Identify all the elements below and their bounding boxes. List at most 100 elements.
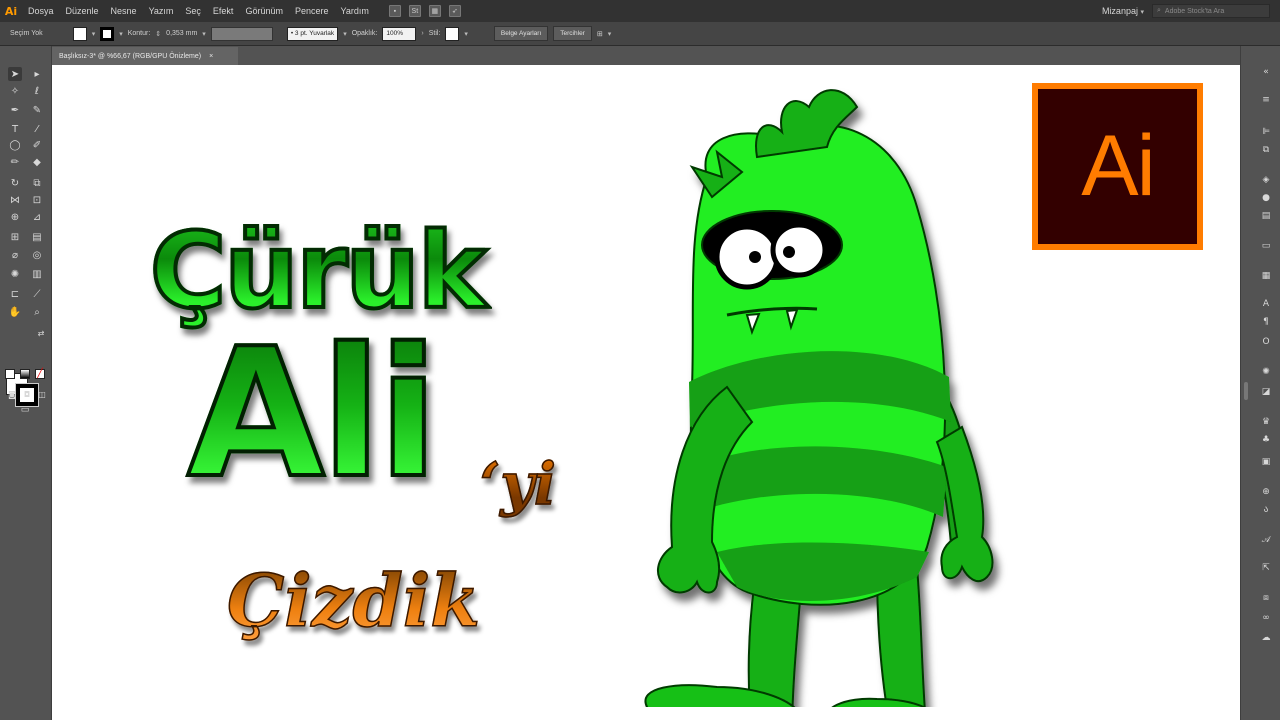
chevron-down-icon[interactable]: ▾ xyxy=(202,30,206,38)
arrange-documents-icon[interactable]: ▦ xyxy=(428,5,441,17)
artwork-title-ali[interactable]: Ali xyxy=(185,323,441,505)
transform-panel-icon[interactable]: ⊕ xyxy=(1260,486,1272,498)
line-tool-icon[interactable]: ⁄ xyxy=(30,122,44,136)
magic-wand-icon[interactable]: ✧ xyxy=(8,84,22,98)
character-panel-icon[interactable]: A xyxy=(1260,298,1272,310)
chevron-down-icon[interactable]: ▾ xyxy=(464,30,468,38)
collapse-panels-icon[interactable]: « xyxy=(1260,66,1272,78)
libraries-icon[interactable]: ☁ xyxy=(1260,632,1272,644)
document-tab[interactable]: Başlıksız-3* @ %66,67 (RGB/GPU Önizleme)… xyxy=(52,47,238,65)
symbol-sprayer-icon[interactable]: ✺ xyxy=(8,267,22,281)
chevron-down-icon[interactable]: ▾ xyxy=(119,30,123,38)
eraser-icon[interactable]: ◆ xyxy=(30,155,44,169)
artboard-tool-icon[interactable]: ⊏ xyxy=(8,287,22,301)
color-mode-icon[interactable] xyxy=(5,369,15,379)
opentype-panel-icon[interactable]: O xyxy=(1260,336,1272,348)
links-icon[interactable]: ∞ xyxy=(1260,612,1272,624)
glyphs-panel-icon[interactable]: ა xyxy=(1260,504,1272,516)
graph-tool-icon[interactable]: ▥ xyxy=(30,267,44,281)
none-mode-icon[interactable]: ╱ xyxy=(35,369,45,379)
menu-dosya[interactable]: Dosya xyxy=(22,0,60,22)
menu-pencere[interactable]: Pencere xyxy=(289,0,335,22)
curvature-tool-icon[interactable]: ✎ xyxy=(30,103,44,117)
pathfinder-icon[interactable]: ⧉ xyxy=(1260,144,1272,156)
menu-yazim[interactable]: Yazım xyxy=(143,0,180,22)
color-guide-icon[interactable]: ✺ xyxy=(1260,366,1272,378)
perspective-grid-icon[interactable]: ⊿ xyxy=(30,210,44,224)
shape-builder-icon[interactable]: ⊕ xyxy=(8,210,22,224)
draw-normal-icon[interactable]: ◙ xyxy=(5,387,19,401)
color-panel-icon[interactable]: ▣ xyxy=(1260,456,1272,468)
menu-efekt[interactable]: Efekt xyxy=(207,0,240,22)
direct-selection-tool-icon[interactable]: ▸ xyxy=(30,67,44,81)
type-panel-icon[interactable]: 𝒜 xyxy=(1260,534,1272,546)
stepper-icon[interactable]: ⇕ xyxy=(155,30,161,38)
lasso-icon[interactable]: ℓ xyxy=(30,84,44,98)
symbols-icon[interactable]: ♣ xyxy=(1260,434,1272,446)
paragraph-panel-icon[interactable]: ¶ xyxy=(1260,316,1272,328)
scale-tool-icon[interactable]: ⧉ xyxy=(30,176,44,190)
opacity-field[interactable]: 100% xyxy=(382,26,417,41)
align-options-icon[interactable]: ⊞ xyxy=(597,30,603,38)
layers-icon[interactable]: ▤ xyxy=(1260,210,1272,222)
panel-scrollbar[interactable] xyxy=(1244,382,1248,400)
artboard-canvas[interactable]: Çürük Ali ‘yi Çizdik Ai xyxy=(52,65,1240,720)
pencil-icon[interactable]: ✏ xyxy=(8,155,22,169)
panel-menu-icon[interactable]: ≡ xyxy=(1260,94,1272,106)
eyedropper-icon[interactable]: ⌀ xyxy=(8,248,22,262)
align-panel-icon[interactable]: ⊫ xyxy=(1260,126,1272,138)
type-tool-icon[interactable]: T xyxy=(8,122,22,136)
graphic-styles-icon[interactable]: ● xyxy=(1260,192,1272,204)
gpu-performance-icon[interactable]: ➶ xyxy=(448,5,461,17)
stock-search-input[interactable]: ⌕ Adobe Stock'ta Ara xyxy=(1152,4,1270,18)
screen-mode-icon[interactable]: ▭ xyxy=(18,403,32,417)
free-transform-icon[interactable]: ⊡ xyxy=(30,193,44,207)
appearance-icon[interactable]: ◈ xyxy=(1260,174,1272,186)
menu-gorunum[interactable]: Görünüm xyxy=(239,0,289,22)
stroke-weight-field[interactable]: 0,353 mm xyxy=(166,30,197,37)
document-setup-button[interactable]: Belge Ayarları xyxy=(493,26,549,41)
chevron-down-icon[interactable]: ▾ xyxy=(608,30,612,38)
gradient-mode-icon[interactable] xyxy=(20,369,30,379)
stroke-color-swatch[interactable] xyxy=(100,26,115,41)
image-trace-icon[interactable]: ⧈ xyxy=(1260,592,1272,604)
export-icon[interactable]: ⇱ xyxy=(1260,562,1272,574)
workspace-switcher[interactable]: Mizanpaj ▾ xyxy=(1102,6,1144,16)
monster-illustration[interactable] xyxy=(577,65,1017,707)
chevron-down-icon[interactable]: ▾ xyxy=(92,30,96,38)
artwork-title-yi[interactable]: ‘yi xyxy=(479,449,556,519)
swap-colors-icon[interactable]: ⇄ xyxy=(34,326,48,340)
hand-tool-icon[interactable]: ✋ xyxy=(8,305,22,319)
gradient-tool-icon[interactable]: ▤ xyxy=(30,230,44,244)
stroke-panel-icon[interactable]: ▭ xyxy=(1260,240,1272,252)
fill-color-swatch[interactable] xyxy=(72,26,87,41)
blend-tool-icon[interactable]: ◎ xyxy=(30,248,44,262)
menu-nesne[interactable]: Nesne xyxy=(105,0,143,22)
stock-icon[interactable]: St xyxy=(408,5,421,17)
draw-behind-icon[interactable]: ◘ xyxy=(20,387,34,401)
menu-sec[interactable]: Seç xyxy=(179,0,207,22)
menu-yardim[interactable]: Yardım xyxy=(335,0,375,22)
artwork-subtitle-cizdik[interactable]: Çizdik xyxy=(226,557,481,644)
selection-tool-icon[interactable]: ➤ xyxy=(8,67,22,81)
brush-definition[interactable]: • 3 pt. Yuvarlak xyxy=(286,26,339,41)
brushes-icon[interactable]: ♛ xyxy=(1260,416,1272,428)
ellipse-tool-icon[interactable]: ◯ xyxy=(8,138,22,152)
chevron-right-icon[interactable]: › xyxy=(421,30,423,37)
rotate-tool-icon[interactable]: ↻ xyxy=(8,176,22,190)
close-icon[interactable]: × xyxy=(209,53,213,60)
swatches-icon[interactable]: ◪ xyxy=(1260,386,1272,398)
chevron-down-icon[interactable]: ▾ xyxy=(343,30,347,38)
variable-width-profile[interactable] xyxy=(210,26,273,41)
draw-inside-icon[interactable]: ◫ xyxy=(35,387,49,401)
bridge-icon[interactable]: ▪ xyxy=(388,5,401,17)
paintbrush-icon[interactable]: ✐ xyxy=(30,138,44,152)
pen-tool-icon[interactable]: ✒ xyxy=(8,103,22,117)
gradient-panel-icon[interactable]: ▦ xyxy=(1260,270,1272,282)
menu-duzenle[interactable]: Düzenle xyxy=(60,0,105,22)
graphic-style-swatch[interactable] xyxy=(445,26,460,41)
slice-tool-icon[interactable]: ⟋ xyxy=(30,287,44,301)
mesh-tool-icon[interactable]: ⊞ xyxy=(8,230,22,244)
width-tool-icon[interactable]: ⋈ xyxy=(8,193,22,207)
preferences-button[interactable]: Tercihler xyxy=(553,26,592,41)
